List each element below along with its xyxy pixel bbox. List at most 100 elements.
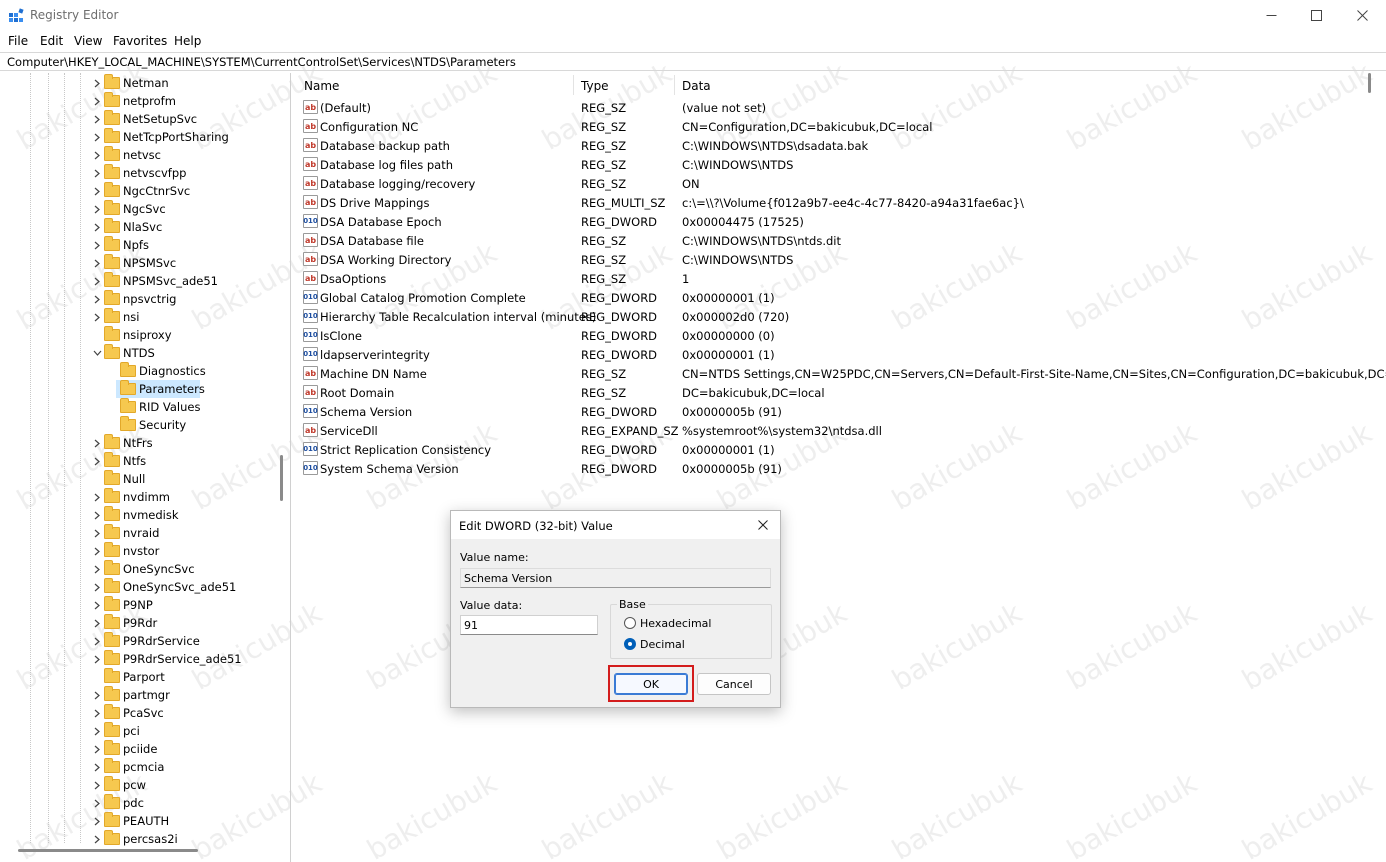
tree-item-p9rdrservice[interactable]: P9RdrService [0,632,290,650]
chevron-right-icon[interactable] [92,434,102,452]
value-row[interactable]: 010 IsClone REG_DWORD 0x00000000 (0) [297,326,1372,345]
tree-item-pcmcia[interactable]: pcmcia [0,758,290,776]
tree-item-parameters[interactable]: Parameters [0,380,290,398]
tree-item-npfs[interactable]: Npfs [0,236,290,254]
chevron-right-icon[interactable] [92,164,102,182]
decimal-label[interactable]: Decimal [640,638,685,651]
tree-item-p9np[interactable]: P9NP [0,596,290,614]
chevron-right-icon[interactable] [92,578,102,596]
value-row[interactable]: 010 Hierarchy Table Recalculation interva… [297,307,1372,326]
value-row[interactable]: ab Database backup path REG_SZ C:\WINDOWS\N… [297,136,1372,155]
value-row[interactable]: ab DSA Working Directory REG_SZ C:\WINDOWS\… [297,250,1372,269]
tree-item-nvmedisk[interactable]: nvmedisk [0,506,290,524]
tree-item-partmgr[interactable]: partmgr [0,686,290,704]
decimal-radio[interactable] [624,638,636,650]
value-row[interactable]: 010 System Schema Version REG_DWORD 0x00000… [297,459,1372,478]
value-row[interactable]: ab DsaOptions REG_SZ 1 [297,269,1372,288]
tree-item-nettcpportsharing[interactable]: NetTcpPortSharing [0,128,290,146]
value-name-field[interactable]: Schema Version [460,568,771,588]
tree-item-npsmsvc[interactable]: NPSMSvc [0,254,290,272]
tree-vertical-scrollbar[interactable] [280,455,283,501]
chevron-right-icon[interactable] [92,830,102,848]
tree-item-pci[interactable]: pci [0,722,290,740]
close-button[interactable] [1339,0,1385,31]
values-list-pane[interactable]: Name Type Data ab (Default) REG_SZ (value n… [297,73,1386,862]
value-row[interactable]: ab (Default) REG_SZ (value not set) [297,98,1372,117]
tree-item-p9rdrservice-ade51[interactable]: P9RdrService_ade51 [0,650,290,668]
chevron-right-icon[interactable] [92,812,102,830]
value-row[interactable]: 010 ldapserverintegrity REG_DWORD 0x0000000… [297,345,1372,364]
tree-item-nsi[interactable]: nsi [0,308,290,326]
hexadecimal-label[interactable]: Hexadecimal [640,617,711,630]
value-row[interactable]: 010 DSA Database Epoch REG_DWORD 0x00004475… [297,212,1372,231]
maximize-button[interactable] [1293,0,1339,31]
value-row[interactable]: ab Database logging/recovery REG_SZ ON [297,174,1372,193]
menu-file[interactable]: File [8,34,28,48]
tree-item-diagnostics[interactable]: Diagnostics [0,362,290,380]
value-row[interactable]: 010 Schema Version REG_DWORD 0x0000005b (91… [297,402,1372,421]
column-header-data[interactable]: Data [682,79,711,93]
value-row[interactable]: ab Machine DN Name REG_SZ CN=NTDS Settings,… [297,364,1386,383]
tree-item-onesyncsvc-ade51[interactable]: OneSyncSvc_ade51 [0,578,290,596]
chevron-right-icon[interactable] [92,758,102,776]
chevron-right-icon[interactable] [92,254,102,272]
tree-item-ntds[interactable]: NTDS [0,344,290,362]
dialog-close-button[interactable] [751,515,775,535]
chevron-right-icon[interactable] [92,506,102,524]
chevron-right-icon[interactable] [92,542,102,560]
tree-item-npsvctrig[interactable]: npsvctrig [0,290,290,308]
chevron-right-icon[interactable] [92,218,102,236]
tree-item-netman[interactable]: Netman [0,74,290,92]
tree-item-security[interactable]: Security [0,416,290,434]
tree-item-netvsc[interactable]: netvsc [0,146,290,164]
menu-help[interactable]: Help [174,34,201,48]
tree-item-p9rdr[interactable]: P9Rdr [0,614,290,632]
tree-item-pciide[interactable]: pciide [0,740,290,758]
chevron-down-icon[interactable] [92,344,102,362]
value-data-input[interactable]: 91 [460,615,598,635]
chevron-right-icon[interactable] [92,74,102,92]
value-row[interactable]: ab Database log files path REG_SZ C:\WINDOW… [297,155,1372,174]
column-header-name[interactable]: Name [304,79,339,93]
value-row[interactable]: ab ServiceDll REG_EXPAND_SZ %systemroot%\sy… [297,421,1372,440]
tree-item-percsas2i[interactable]: percsas2i [0,830,290,848]
value-row[interactable]: ab DSA Database file REG_SZ C:\WINDOWS\NTDS… [297,231,1372,250]
ok-button[interactable]: OK [614,673,688,695]
tree-item-nlasvc[interactable]: NlaSvc [0,218,290,236]
hexadecimal-radio[interactable] [624,617,636,629]
value-row[interactable]: 010 Strict Replication Consistency REG_DWO… [297,440,1372,459]
cancel-button[interactable]: Cancel [697,673,771,695]
tree-item-rid-values[interactable]: RID Values [0,398,290,416]
minimize-button[interactable] [1248,0,1294,31]
menu-favorites[interactable]: Favorites [113,34,167,48]
tree-item-ngcsvc[interactable]: NgcSvc [0,200,290,218]
chevron-right-icon[interactable] [92,596,102,614]
tree-item-peauth[interactable]: PEAUTH [0,812,290,830]
column-header-type[interactable]: Type [581,79,609,93]
tree-item-null[interactable]: Null [0,470,290,488]
chevron-right-icon[interactable] [92,686,102,704]
tree-item-netsetupsvc[interactable]: NetSetupSvc [0,110,290,128]
chevron-right-icon[interactable] [92,236,102,254]
chevron-right-icon[interactable] [92,452,102,470]
tree-item-nvstor[interactable]: nvstor [0,542,290,560]
chevron-right-icon[interactable] [92,794,102,812]
list-vertical-scrollbar[interactable] [1368,73,1371,93]
chevron-right-icon[interactable] [92,92,102,110]
menu-edit[interactable]: Edit [40,34,63,48]
chevron-right-icon[interactable] [92,182,102,200]
key-tree-pane[interactable]: Netman netprofm NetSetupSvc NetTcpPortShari… [0,73,291,862]
chevron-right-icon[interactable] [92,704,102,722]
tree-item-nvdimm[interactable]: nvdimm [0,488,290,506]
tree-item-pdc[interactable]: pdc [0,794,290,812]
value-row[interactable]: ab Configuration NC REG_SZ CN=Configuration… [297,117,1372,136]
column-separator[interactable] [573,75,574,95]
chevron-right-icon[interactable] [92,740,102,758]
tree-item-ntfrs[interactable]: NtFrs [0,434,290,452]
chevron-right-icon[interactable] [92,560,102,578]
tree-item-netvscvfpp[interactable]: netvscvfpp [0,164,290,182]
value-row[interactable]: ab DS Drive Mappings REG_MULTI_SZ c:\=\\?\V… [297,193,1372,212]
chevron-right-icon[interactable] [92,488,102,506]
column-separator[interactable] [674,75,675,95]
chevron-right-icon[interactable] [92,650,102,668]
